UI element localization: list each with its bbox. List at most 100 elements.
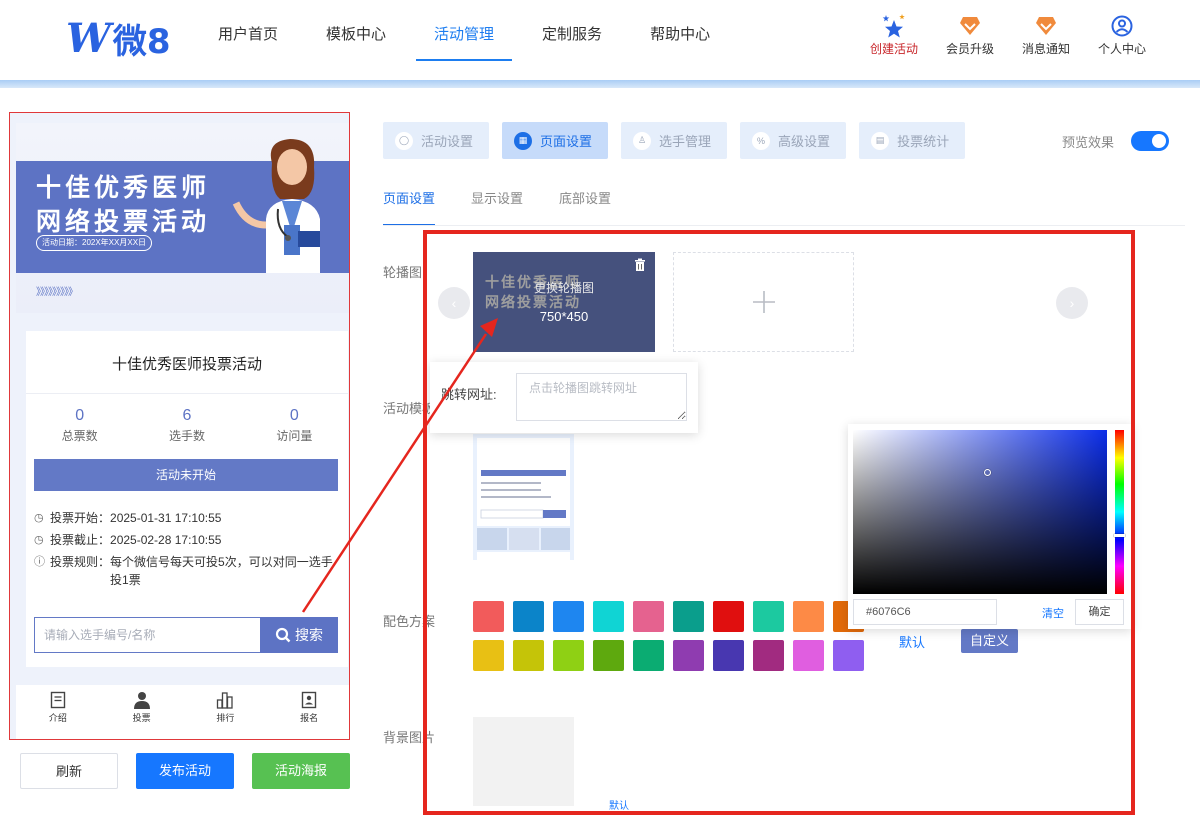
carousel-next-button[interactable]: › [1056,287,1088,319]
template-label: 活动模板 [383,401,436,416]
contestant-search-input[interactable] [34,617,260,653]
tab-label: 页面设置 [540,134,593,149]
tab-page-settings[interactable]: ▦ 页面设置 [502,122,609,159]
tab-vote-statistics[interactable]: ▤ 投票统计 [859,122,966,159]
brand-logo[interactable]: W 微8 [66,15,171,62]
jump-url-popover: 跳转网址: [430,362,698,433]
stat-label: 总票数 [61,429,98,443]
add-carousel-button[interactable] [673,252,854,352]
vote-start-row: ◷ 投票开始： 2025-01-31 17:10:55 [34,509,340,527]
change-carousel-text[interactable]: 更换轮播图 [473,279,655,296]
nav-item-help-center[interactable]: 帮助中心 [632,0,728,70]
activity-title: 十佳优秀医师投票活动 [111,356,262,373]
refresh-button[interactable]: 刷新 [20,753,118,789]
jump-url-input[interactable] [516,373,687,421]
chevron-left-icon: ‹ [451,295,457,311]
page-sub-tabs: 页面设置 显示设置 底部设置 [383,188,647,226]
color-swatches [473,601,873,679]
color-swatch[interactable] [513,601,544,632]
color-swatch[interactable] [833,640,864,671]
color-swatch[interactable] [473,601,504,632]
color-swatch[interactable] [673,640,704,671]
messages-label: 消息通知 [1021,42,1070,56]
carousel-prev-button[interactable]: ‹ [438,287,470,319]
color-swatch[interactable] [553,601,584,632]
hue-cursor[interactable] [1114,534,1125,537]
scheme-default-button[interactable]: 默认 [899,632,925,651]
vote-end-row: ◷ 投票截止： 2025-02-28 17:10:55 [34,531,340,549]
color-swatch[interactable] [793,640,824,671]
trash-icon[interactable] [633,258,647,272]
color-clear-button[interactable]: 清空 [1042,605,1064,621]
tab-register[interactable]: 报名 [267,685,349,739]
hue-slider[interactable] [1114,430,1125,594]
member-upgrade-button[interactable]: 会员升级 [932,14,1008,57]
nav-item-home[interactable]: 用户首页 [200,0,296,70]
publish-activity-button[interactable]: 发布活动 [136,753,234,789]
tab-activity-settings[interactable]: ◯ 活动设置 [383,122,490,159]
activity-poster-button[interactable]: 活动海报 [252,753,350,789]
color-swatch[interactable] [793,601,824,632]
carousel-size-text: 750*450 [539,309,589,324]
subtab-footer-settings[interactable]: 底部设置 [559,188,611,226]
nav-item-activity-management[interactable]: 活动管理 [416,0,513,70]
contestant-search: 搜索 [34,617,338,653]
template-thumbnail[interactable] [473,434,574,560]
subtab-display-settings[interactable]: 显示设置 [471,188,523,226]
color-scheme-label: 配色方案 [383,614,436,629]
stat-visits: 0 访问量 [241,407,348,444]
color-swatch[interactable] [713,601,744,632]
color-swatch[interactable] [593,640,624,671]
color-swatch[interactable] [513,640,544,671]
carousel-image[interactable]: 十佳优秀医师 网络投票活动 更换轮播图 750*450 [473,252,655,352]
stat-total-votes: 0 总票数 [26,407,133,444]
color-swatch[interactable] [633,640,664,671]
color-hex-input[interactable] [853,599,997,625]
color-picker-popover: 清空 确定 [848,424,1132,629]
info-icon: ⓘ [34,556,45,568]
color-swatch[interactable] [553,640,584,671]
tab-contestant-management[interactable]: ♙ 选手管理 [621,122,728,159]
tab-ranking[interactable]: 排行 [184,685,268,739]
mobile-preview: 十佳优秀医师 网络投票活动 活动日期：202X年XX月XX日 》》》》》》》》》… [9,112,350,740]
color-confirm-button[interactable]: 确定 [1075,599,1124,625]
profile-button[interactable]: 个人中心 [1084,14,1160,57]
member-upgrade-label: 会员升级 [945,42,994,56]
config-tabs: ◯ 活动设置 ▦ 页面设置 ♙ 选手管理 % 高级设置 ▤ 投票统计 [383,122,978,159]
banner-title: 十佳优秀医师 网络投票活动 [36,171,210,239]
carousel-label: 轮播图 [383,265,423,280]
color-swatch[interactable] [473,640,504,671]
messages-button[interactable]: 消息通知 [1008,14,1084,57]
nav-item-templates[interactable]: 模板中心 [308,0,404,70]
circle-icon: ◯ [395,131,413,150]
vote-end-label: 投票截止： [50,533,111,547]
preview-switch[interactable] [1131,131,1170,151]
nav-item-custom-service[interactable]: 定制服务 [524,0,620,70]
color-swatch[interactable] [713,640,744,671]
stat-value: 0 [75,407,85,424]
tab-advanced-settings[interactable]: % 高级设置 [740,122,847,159]
main-nav: 用户首页 模板中心 活动管理 定制服务 帮助中心 [200,0,740,70]
saturation-panel[interactable] [853,430,1107,594]
color-swatch[interactable] [593,601,624,632]
tab-vote[interactable]: 投票 [100,685,184,739]
tab-label: 高级设置 [778,134,831,149]
background-default-label[interactable]: 默认 [609,797,629,812]
vote-rule-label: 投票规则： [50,555,111,569]
create-activity-button[interactable]: 创建活动 [856,14,932,57]
tab-introduction[interactable]: 介绍 [16,685,100,739]
subtab-page-settings[interactable]: 页面设置 [383,188,436,226]
activity-status-button[interactable]: 活动未开始 [34,459,338,491]
color-swatch[interactable] [753,601,784,632]
search-button[interactable]: 搜索 [260,617,338,653]
tab-label: 排行 [216,713,235,723]
color-swatch[interactable] [753,640,784,671]
diamond-badge-icon [959,14,981,38]
color-swatch[interactable] [673,601,704,632]
color-swatch[interactable] [633,601,664,632]
tab-label: 报名 [300,713,319,723]
background-label: 背景图片 [383,730,436,745]
background-image-thumbnail[interactable] [473,717,574,806]
scheme-custom-button[interactable]: 自定义 [961,629,1019,653]
saturation-cursor[interactable] [984,469,991,476]
